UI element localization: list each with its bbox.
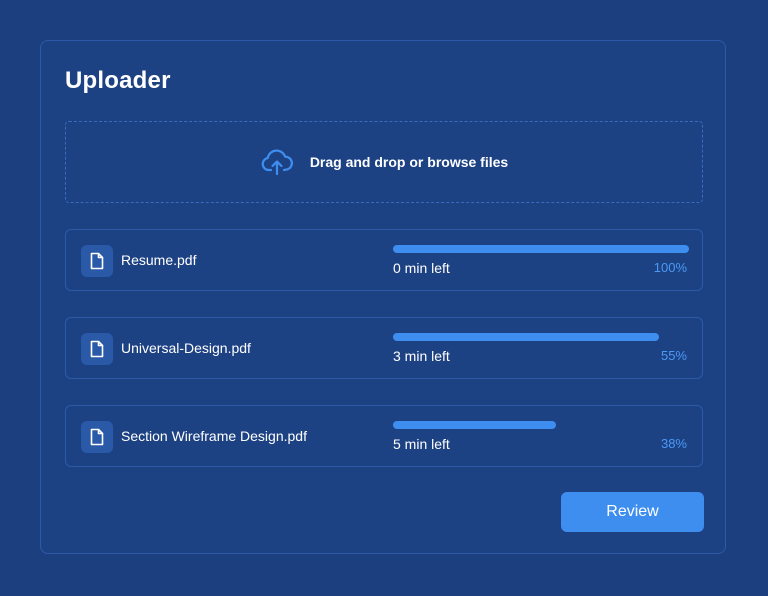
progress-bar <box>393 333 689 341</box>
time-left: 5 min left <box>393 436 450 452</box>
file-item: Universal-Design.pdf 3 min left 55% <box>65 317 703 379</box>
cloud-upload-icon <box>261 149 293 176</box>
file-name: Section Wireframe Design.pdf <box>121 428 307 444</box>
file-name: Resume.pdf <box>121 252 197 268</box>
review-button[interactable]: Review <box>561 492 704 532</box>
progress-fill <box>393 421 556 429</box>
progress-bar <box>393 421 689 429</box>
file-item: Section Wireframe Design.pdf 5 min left … <box>65 405 703 467</box>
progress-fill <box>393 333 660 341</box>
time-left: 0 min left <box>393 260 450 276</box>
uploader-card: Uploader Drag and drop or browse files R… <box>40 40 726 554</box>
file-icon <box>81 245 113 277</box>
time-left: 3 min left <box>393 348 450 364</box>
progress-fill <box>393 245 689 253</box>
file-icon <box>81 421 113 453</box>
progress-percent: 38% <box>660 436 687 451</box>
file-name: Universal-Design.pdf <box>121 340 251 356</box>
uploader-title: Uploader <box>65 67 171 94</box>
progress-percent: 55% <box>660 348 687 363</box>
dropzone[interactable]: Drag and drop or browse files <box>65 121 703 203</box>
file-item: Resume.pdf 0 min left 100% <box>65 229 703 291</box>
file-icon <box>81 333 113 365</box>
progress-bar <box>393 245 689 253</box>
dropzone-label: Drag and drop or browse files <box>309 154 509 170</box>
progress-percent: 100% <box>653 260 687 275</box>
